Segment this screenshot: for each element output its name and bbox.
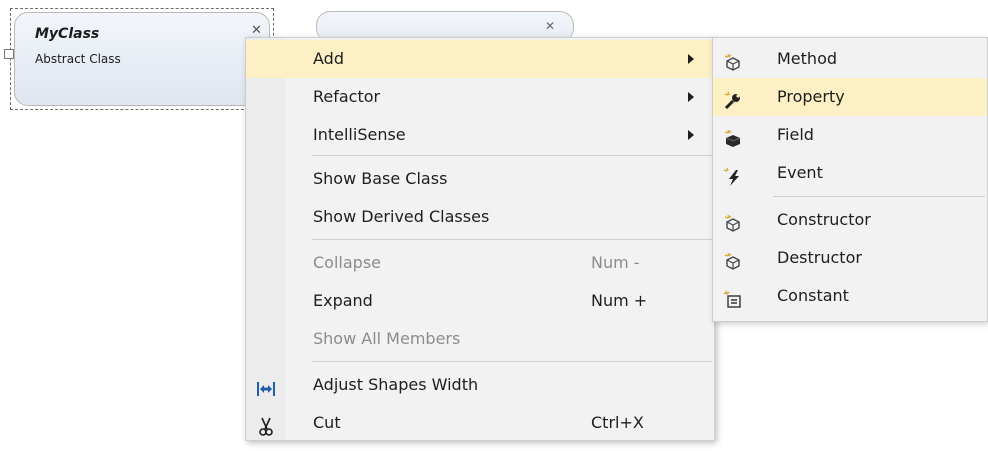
menu-item-label: Constant — [777, 286, 849, 305]
class-shape-myclass[interactable]: MyClass Abstract Class ✕ — [10, 8, 274, 110]
menu-item-add[interactable]: Add — [246, 40, 714, 78]
menu-item-label: Show Base Class — [313, 169, 448, 188]
submenu-arrow-icon — [688, 54, 694, 64]
submenu-item-property[interactable]: Property — [713, 78, 987, 116]
field-icon — [723, 125, 743, 147]
menu-item-label: Adjust Shapes Width — [313, 375, 479, 394]
submenu-item-destructor[interactable]: Destructor — [713, 239, 987, 277]
menu-item-label: Cut — [313, 413, 341, 432]
menu-item-label: IntelliSense — [313, 125, 406, 144]
menu-item-label: Field — [777, 125, 814, 144]
add-submenu: Method Property Field Event Constructor … — [712, 37, 988, 322]
event-lightning-icon — [723, 163, 743, 186]
menu-item-refactor[interactable]: Refactor — [246, 78, 714, 116]
menu-item-label: Collapse — [313, 253, 381, 272]
menu-item-show-base-class[interactable]: Show Base Class — [246, 160, 714, 198]
menu-separator — [773, 196, 985, 197]
menu-item-shortcut: Ctrl+X — [591, 413, 644, 432]
class-name: MyClass — [35, 26, 100, 42]
class-kind-label: Abstract Class — [35, 52, 121, 66]
menu-item-label: Constructor — [777, 210, 871, 229]
menu-item-intellisense[interactable]: IntelliSense — [246, 116, 714, 154]
constructor-icon — [723, 210, 743, 232]
menu-item-label: Destructor — [777, 248, 862, 267]
submenu-arrow-icon — [688, 92, 694, 102]
submenu-arrow-icon — [688, 130, 694, 140]
menu-item-label: Show Derived Classes — [313, 207, 490, 226]
menu-item-label: Method — [777, 49, 838, 68]
constant-icon — [723, 286, 743, 308]
menu-item-collapse[interactable]: Collapse Num - — [246, 244, 714, 282]
method-icon — [723, 49, 743, 71]
submenu-item-method[interactable]: Method — [713, 40, 987, 78]
submenu-item-event[interactable]: Event — [713, 154, 987, 192]
context-menu: Add Refactor IntelliSense Show Base Clas… — [245, 37, 715, 441]
chevron-icon: ✕ — [544, 19, 555, 33]
menu-item-label: Refactor — [313, 87, 381, 106]
collapse-chevron-icon[interactable]: ✕ — [251, 23, 262, 38]
menu-item-show-derived-classes[interactable]: Show Derived Classes — [246, 198, 714, 236]
connector-handle[interactable] — [4, 49, 14, 59]
menu-item-cut[interactable]: Cut Ctrl+X — [246, 404, 714, 442]
menu-item-label: Add — [313, 49, 344, 68]
menu-item-label: Event — [777, 163, 823, 182]
menu-item-label: Property — [777, 87, 845, 106]
submenu-item-field[interactable]: Field — [713, 116, 987, 154]
menu-separator — [312, 155, 712, 156]
property-wrench-icon — [723, 87, 743, 110]
menu-separator — [312, 361, 712, 362]
menu-item-show-all-members[interactable]: Show All Members — [246, 320, 714, 358]
menu-item-label: Expand — [313, 291, 373, 310]
submenu-item-constructor[interactable]: Constructor — [713, 201, 987, 239]
menu-item-label: Show All Members — [313, 329, 461, 348]
scissors-icon — [256, 413, 276, 436]
menu-item-adjust-shapes-width[interactable]: Adjust Shapes Width — [246, 366, 714, 404]
submenu-item-constant[interactable]: Constant — [713, 277, 987, 315]
adjust-width-icon — [256, 375, 276, 396]
menu-separator — [312, 239, 712, 240]
destructor-icon — [723, 248, 743, 270]
menu-item-expand[interactable]: Expand Num + — [246, 282, 714, 320]
menu-item-shortcut: Num + — [591, 291, 648, 310]
menu-item-shortcut: Num - — [591, 253, 640, 272]
